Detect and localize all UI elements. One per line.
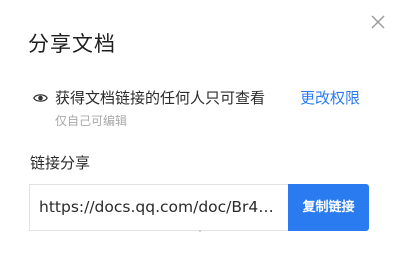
- close-button[interactable]: [369, 13, 387, 31]
- divider-dot: [199, 230, 201, 232]
- change-permission-link[interactable]: 更改权限: [300, 88, 360, 108]
- share-dialog: 分享文档 获得文档链接的任何人只可查看 更改权限 仅自己可编辑 链接分享 htt…: [0, 0, 400, 267]
- eye-icon: [33, 94, 48, 102]
- share-link-input[interactable]: https://docs.qq.com/doc/Br4…: [39, 185, 281, 230]
- link-field[interactable]: https://docs.qq.com/doc/Br4…: [29, 184, 288, 231]
- permission-subtext: 仅自己可编辑: [55, 114, 128, 128]
- dialog-title: 分享文档: [28, 32, 116, 56]
- close-icon: [371, 15, 385, 29]
- copy-link-button[interactable]: 复制链接: [288, 184, 369, 231]
- permission-text: 获得文档链接的任何人只可查看: [55, 89, 266, 107]
- link-share-label: 链接分享: [30, 154, 91, 172]
- permission-row: 获得文档链接的任何人只可查看 更改权限: [33, 88, 373, 110]
